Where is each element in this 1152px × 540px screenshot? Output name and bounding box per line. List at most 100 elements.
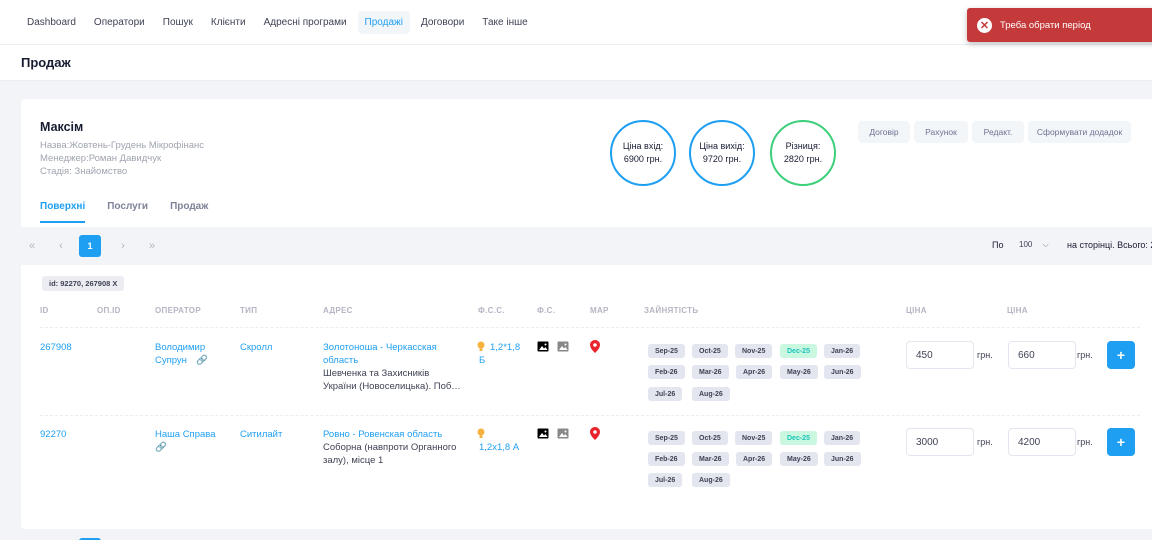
edit-button[interactable]: Редакт. <box>972 121 1024 143</box>
nav-clients[interactable]: Клієнти <box>204 11 253 34</box>
month-chip-booked[interactable]: Dec-25 <box>780 344 817 358</box>
month-chip[interactable]: Jun-26 <box>824 365 861 379</box>
nav-contracts[interactable]: Договори <box>414 11 471 34</box>
nav-address-programs[interactable]: Адресні програми <box>257 11 354 34</box>
tab-surfaces[interactable]: Поверхні <box>40 201 86 223</box>
month-chip[interactable]: May-26 <box>780 365 818 379</box>
sale-card: Максім Назва:Жовтень-Грудень Мікрофінанс… <box>21 99 1152 529</box>
price-out-label: Ціна вихід: <box>699 141 745 151</box>
tabs: Поверхні Послуги Продаж <box>40 201 230 223</box>
nav-operators[interactable]: Оператори <box>87 11 152 34</box>
month-chip[interactable]: Mar-26 <box>692 452 729 466</box>
col-map[interactable]: MAP <box>590 306 609 315</box>
tab-sale[interactable]: Продаж <box>170 201 208 223</box>
row-operator-line2[interactable]: Супрун <box>155 354 187 367</box>
row-divider <box>40 327 1140 328</box>
price-out-input[interactable]: 660 <box>1008 341 1076 369</box>
toast-message: Треба обрати період <box>1000 19 1091 31</box>
tab-services[interactable]: Послуги <box>107 201 148 223</box>
col-price-in[interactable]: ЦІНА <box>906 306 927 315</box>
map-marker-icon[interactable] <box>590 340 600 356</box>
price-in-input[interactable]: 3000 <box>906 428 974 456</box>
month-chip[interactable]: Apr-26 <box>736 365 773 379</box>
nav-search[interactable]: Пошук <box>156 11 200 34</box>
col-fs[interactable]: Ф.С. <box>537 306 555 315</box>
month-chip[interactable]: Jul-26 <box>648 387 683 401</box>
currency-label: грн. <box>977 437 993 447</box>
row-type[interactable]: Ситилайт <box>240 428 282 441</box>
month-chip-booked[interactable]: Dec-25 <box>780 431 817 445</box>
row-type[interactable]: Скролл <box>240 341 272 354</box>
row-address-link-line1[interactable]: Золотоноша - Черкасская <box>323 341 437 354</box>
row-operator-line1[interactable]: Наша Справа <box>155 428 215 441</box>
currency-label: грн. <box>1077 350 1093 360</box>
photo-icon[interactable] <box>537 428 549 442</box>
nav-other[interactable]: Таке інше <box>475 11 534 34</box>
photo-gray-icon[interactable] <box>557 428 569 442</box>
col-fss[interactable]: Ф.С.С. <box>478 306 505 315</box>
month-chip[interactable]: Aug-26 <box>692 473 730 487</box>
month-chip[interactable]: Aug-26 <box>692 387 730 401</box>
price-in-label: Ціна вхід: <box>622 141 664 151</box>
nav-sales[interactable]: Продажі <box>357 10 410 34</box>
row-id[interactable]: 92270 <box>40 428 66 441</box>
month-chip[interactable]: Jun-26 <box>824 452 861 466</box>
month-chip[interactable]: Nov-25 <box>735 431 773 445</box>
row-address-link-line1[interactable]: Ровно - Ровенская область <box>323 428 442 441</box>
invoice-button[interactable]: Рахунок <box>914 121 968 143</box>
add-button[interactable]: + <box>1107 428 1135 456</box>
month-chip[interactable]: Nov-25 <box>735 344 773 358</box>
bottom-pagination-strip <box>0 529 1152 540</box>
col-occupancy[interactable]: ЗАЙНЯТІСТЬ <box>644 306 698 315</box>
per-page-select[interactable]: 100 ⌵ <box>1019 240 1049 250</box>
col-type[interactable]: ТИП <box>240 306 257 315</box>
row-operator-line1[interactable]: Володимир <box>155 341 205 354</box>
error-toast[interactable]: ✕ Треба обрати період <box>967 8 1152 42</box>
month-chip[interactable]: Sep-25 <box>648 344 685 358</box>
price-out-input[interactable]: 4200 <box>1008 428 1076 456</box>
col-price-out[interactable]: ЦІНА <box>1007 306 1028 315</box>
map-marker-icon[interactable] <box>590 427 600 443</box>
link-icon[interactable]: 🔗 <box>155 441 167 454</box>
row-fss-line2[interactable]: Б <box>479 354 485 367</box>
id-filter-chip[interactable]: id: 92270, 267908 X <box>42 276 125 291</box>
month-chip[interactable]: Feb-26 <box>648 452 685 466</box>
price-out-value: 9720 грн. <box>702 154 742 164</box>
photo-gray-icon[interactable] <box>557 341 569 355</box>
client-company: Назва:Жовтень-Грудень Мікрофінанс <box>40 140 205 151</box>
row-id[interactable]: 267908 <box>40 341 72 354</box>
lightbulb-icon <box>477 428 485 442</box>
month-chip[interactable]: May-26 <box>780 452 818 466</box>
month-chip[interactable]: Jan-26 <box>824 344 861 358</box>
lightbulb-icon <box>477 341 485 355</box>
next-page-button[interactable]: › <box>112 235 134 257</box>
col-address[interactable]: АДРЕС <box>323 306 353 315</box>
month-chip[interactable]: Apr-26 <box>736 452 773 466</box>
nav-dashboard[interactable]: Dashboard <box>20 11 83 34</box>
month-chip[interactable]: Oct-25 <box>692 344 728 358</box>
month-chip[interactable]: Oct-25 <box>692 431 728 445</box>
prev-page-button[interactable]: ‹ <box>50 235 72 257</box>
photo-icon[interactable] <box>537 341 549 355</box>
add-button[interactable]: + <box>1107 341 1135 369</box>
create-addendum-button[interactable]: Сформувати додадок <box>1028 121 1131 143</box>
last-page-button[interactable]: » <box>141 235 163 257</box>
page-title: Продаж <box>21 55 71 70</box>
month-chip[interactable]: Jul-26 <box>648 473 683 487</box>
row-address-link-line2[interactable]: область <box>323 354 358 367</box>
month-chip[interactable]: Mar-26 <box>692 365 729 379</box>
row-fss-line2[interactable]: 1,2x1,8 А <box>479 441 519 454</box>
month-chip[interactable]: Jan-26 <box>824 431 861 445</box>
first-page-button[interactable]: « <box>21 235 43 257</box>
col-id[interactable]: ID <box>40 306 49 315</box>
link-icon[interactable]: 🔗 <box>196 354 208 367</box>
month-chip[interactable]: Sep-25 <box>648 431 685 445</box>
col-operator[interactable]: ОПЕРАТОР <box>155 306 201 315</box>
page-1-button[interactable]: 1 <box>79 235 101 257</box>
row-fss-line1[interactable]: 1,2*1,8 <box>490 341 520 354</box>
client-name: Максім <box>40 120 84 134</box>
col-op-id[interactable]: ОП.ID <box>97 306 121 315</box>
month-chip[interactable]: Feb-26 <box>648 365 685 379</box>
price-in-input[interactable]: 450 <box>906 341 974 369</box>
contract-button[interactable]: Договір <box>858 121 910 143</box>
